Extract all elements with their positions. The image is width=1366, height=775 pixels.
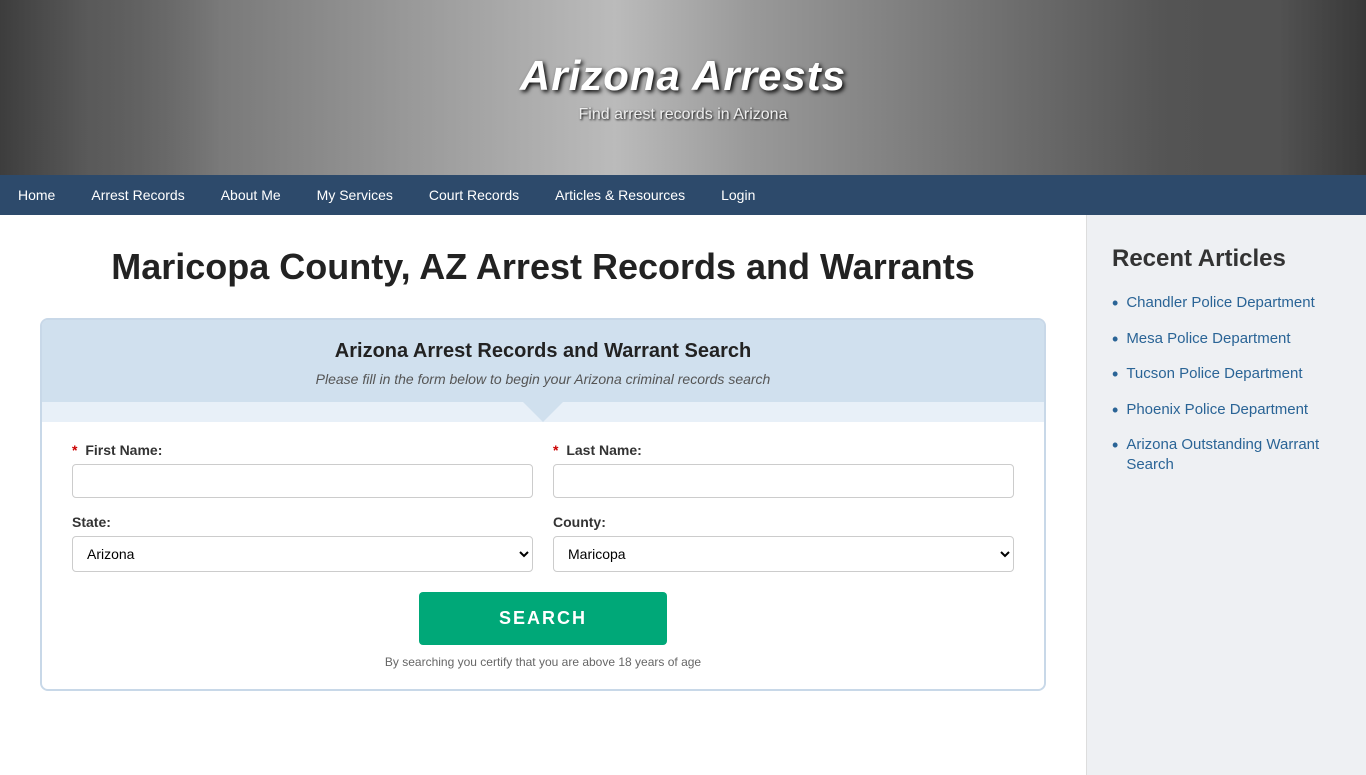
- first-name-input[interactable]: [72, 464, 533, 498]
- main-nav: Home Arrest Records About Me My Services…: [0, 175, 1366, 215]
- first-name-group: * First Name:: [72, 442, 533, 498]
- nav-about-me[interactable]: About Me: [203, 175, 299, 215]
- state-group: State: Arizona: [72, 514, 533, 572]
- chevron-down-icon: [523, 402, 563, 422]
- nav-arrest-records[interactable]: Arrest Records: [73, 175, 202, 215]
- nav-court-records[interactable]: Court Records: [411, 175, 537, 215]
- search-btn-wrapper: SEARCH: [72, 592, 1014, 645]
- list-item: Phoenix Police Department: [1112, 400, 1341, 422]
- sidebar-link-mesa[interactable]: Mesa Police Department: [1126, 329, 1290, 349]
- list-item: Mesa Police Department: [1112, 329, 1341, 351]
- last-name-group: * Last Name:: [553, 442, 1014, 498]
- sidebar-link-warrant[interactable]: Arizona Outstanding Warrant Search: [1126, 435, 1341, 474]
- list-item: Tucson Police Department: [1112, 364, 1341, 386]
- sidebar-link-chandler[interactable]: Chandler Police Department: [1126, 293, 1314, 313]
- state-select[interactable]: Arizona: [72, 536, 533, 572]
- list-item: Arizona Outstanding Warrant Search: [1112, 435, 1341, 474]
- state-label: State:: [72, 514, 533, 530]
- sidebar-title: Recent Articles: [1112, 245, 1341, 273]
- form-area: * First Name: * Last Name:: [42, 422, 1044, 689]
- search-container: Arizona Arrest Records and Warrant Searc…: [40, 318, 1046, 691]
- sidebar-link-tucson[interactable]: Tucson Police Department: [1126, 364, 1302, 384]
- first-name-label: * First Name:: [72, 442, 533, 458]
- recent-articles-list: Chandler Police Department Mesa Police D…: [1112, 293, 1341, 474]
- search-header-subtitle: Please fill in the form below to begin y…: [72, 371, 1014, 387]
- page-title: Maricopa County, AZ Arrest Records and W…: [40, 245, 1046, 288]
- site-header: Arizona Arrests Find arrest records in A…: [0, 0, 1366, 175]
- search-header: Arizona Arrest Records and Warrant Searc…: [42, 320, 1044, 402]
- last-name-required: *: [553, 442, 558, 458]
- nav-home[interactable]: Home: [0, 175, 73, 215]
- county-select[interactable]: Maricopa: [553, 536, 1014, 572]
- main-content: Maricopa County, AZ Arrest Records and W…: [0, 215, 1086, 775]
- name-row: * First Name: * Last Name:: [72, 442, 1014, 498]
- sidebar: Recent Articles Chandler Police Departme…: [1086, 215, 1366, 775]
- county-label: County:: [553, 514, 1014, 530]
- search-button[interactable]: SEARCH: [419, 592, 667, 645]
- disclaimer-text: By searching you certify that you are ab…: [72, 655, 1014, 669]
- sidebar-link-phoenix[interactable]: Phoenix Police Department: [1126, 400, 1308, 420]
- county-group: County: Maricopa: [553, 514, 1014, 572]
- site-title: Arizona Arrests: [520, 52, 846, 100]
- search-header-title: Arizona Arrest Records and Warrant Searc…: [72, 340, 1014, 363]
- page-wrapper: Maricopa County, AZ Arrest Records and W…: [0, 215, 1366, 775]
- first-name-required: *: [72, 442, 77, 458]
- location-row: State: Arizona County: Maricopa: [72, 514, 1014, 572]
- nav-login[interactable]: Login: [703, 175, 773, 215]
- nav-articles[interactable]: Articles & Resources: [537, 175, 703, 215]
- last-name-input[interactable]: [553, 464, 1014, 498]
- hands-left-decoration: [0, 0, 220, 175]
- last-name-label: * Last Name:: [553, 442, 1014, 458]
- site-subtitle: Find arrest records in Arizona: [520, 106, 846, 124]
- nav-services[interactable]: My Services: [299, 175, 411, 215]
- header-text-block: Arizona Arrests Find arrest records in A…: [520, 52, 846, 124]
- list-item: Chandler Police Department: [1112, 293, 1341, 315]
- hands-right-decoration: [1146, 0, 1366, 175]
